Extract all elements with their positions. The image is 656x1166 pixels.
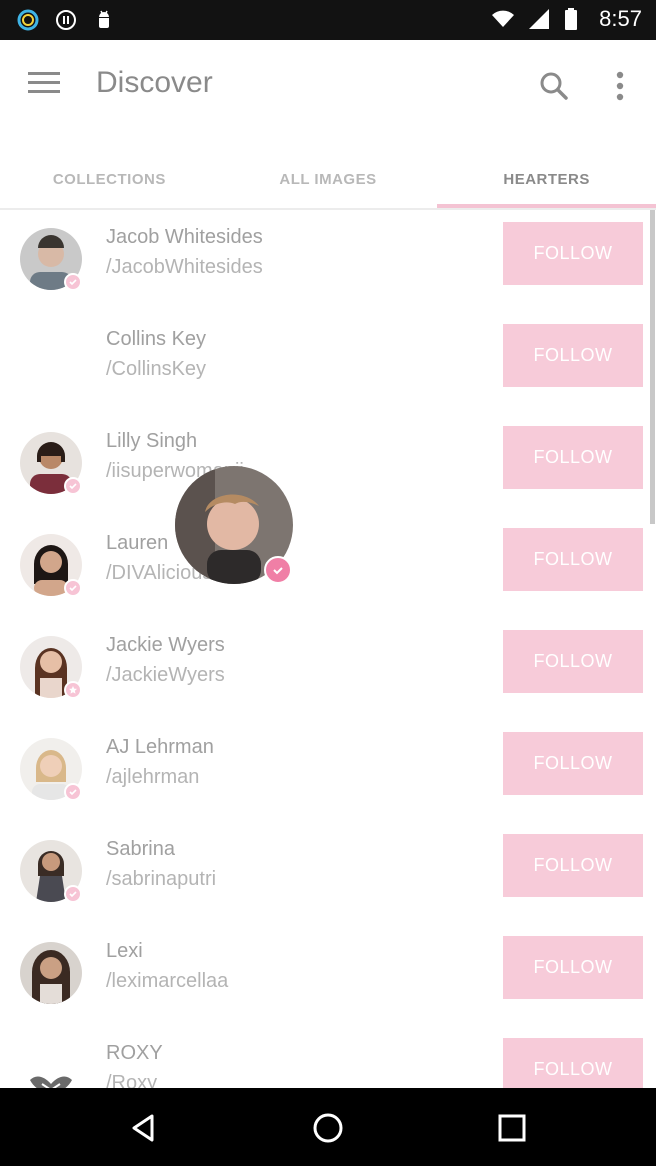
verified-check-icon (64, 579, 82, 597)
list-item[interactable]: Lexi /leximarcellaa FOLLOW (0, 924, 656, 1026)
follow-button[interactable]: FOLLOW (503, 1038, 643, 1088)
system-nav-bar (0, 1088, 656, 1166)
hearter-name: AJ Lehrman (106, 736, 214, 758)
follow-button[interactable]: FOLLOW (503, 732, 643, 795)
hearter-handle: /Roxy (106, 1072, 158, 1088)
follow-button[interactable]: FOLLOW (503, 324, 643, 387)
list-item[interactable]: AJ Lehrman /ajlehrman FOLLOW (0, 720, 656, 822)
hearter-name: Lauren (106, 532, 169, 554)
signal-icon (527, 7, 551, 31)
follow-button[interactable]: FOLLOW (503, 528, 643, 591)
avatar[interactable] (20, 942, 82, 1004)
pause-circle-icon (54, 8, 78, 32)
status-time: 8:57 (599, 6, 642, 31)
follow-button[interactable]: FOLLOW (503, 222, 643, 285)
home-icon[interactable] (308, 1108, 348, 1148)
menu-icon[interactable] (24, 66, 64, 102)
hearter-handle: /ajlehrman (106, 766, 200, 788)
app-bar: Discover COLLECTIONS ALL IMAGES HEARTERS (0, 40, 656, 208)
hearter-name: Jackie Wyers (106, 634, 225, 656)
battery-icon (563, 7, 587, 31)
verified-check-icon (64, 783, 82, 801)
tab-bar: COLLECTIONS ALL IMAGES HEARTERS (0, 150, 656, 208)
verified-check-icon (64, 885, 82, 903)
wifi-icon (491, 7, 515, 31)
screen: 8:57 Discover COLLECTIONS ALL IMAGES HEA… (0, 0, 656, 1166)
hearter-name: Lilly Singh (106, 430, 198, 452)
hearter-name: Lexi (106, 940, 143, 962)
tab-all-images[interactable]: ALL IMAGES (219, 150, 438, 208)
follow-button[interactable]: FOLLOW (503, 426, 643, 489)
ring-notification-icon (16, 8, 40, 32)
verified-check-icon (264, 556, 292, 584)
hearter-name: ROXY (106, 1042, 163, 1064)
search-icon[interactable] (534, 66, 574, 106)
list-item[interactable]: Collins Key /CollinsKey FOLLOW (0, 312, 656, 414)
hearter-name: Sabrina (106, 838, 175, 860)
recents-icon[interactable] (492, 1108, 532, 1148)
tab-hearters[interactable]: HEARTERS (437, 150, 656, 208)
hearter-handle: /CollinsKey (106, 358, 207, 380)
avatar[interactable] (20, 1044, 82, 1088)
star-badge-icon (64, 681, 82, 699)
more-options-icon[interactable] (604, 66, 636, 106)
verified-check-icon (64, 477, 82, 495)
back-icon[interactable] (124, 1108, 164, 1148)
list-item[interactable]: Lauren /DIVAliciousKP FOLLOW (0, 516, 656, 618)
list-item[interactable]: Sabrina /sabrinaputri FOLLOW (0, 822, 656, 924)
list-item[interactable]: Jackie Wyers /JackieWyers FOLLOW (0, 618, 656, 720)
hearter-handle: /sabrinaputri (106, 868, 217, 890)
scrollbar[interactable] (650, 210, 655, 524)
list-item[interactable]: ROXY /Roxy FOLLOW (0, 1026, 656, 1088)
hearter-handle: /JacobWhitesides (106, 256, 263, 278)
hearter-handle: /leximarcellaa (106, 970, 229, 992)
hearter-handle: /JackieWyers (106, 664, 225, 686)
list-item[interactable]: Lilly Singh /iisuperwomanii FOLLOW (0, 414, 656, 516)
page-title: Discover (96, 66, 213, 99)
tab-collections[interactable]: COLLECTIONS (0, 150, 219, 208)
verified-check-icon (64, 273, 82, 291)
hearter-name: Collins Key (106, 328, 207, 350)
status-bar: 8:57 (0, 0, 656, 40)
android-icon (92, 8, 116, 32)
hearter-name: Jacob Whitesides (106, 226, 263, 248)
list-item[interactable]: Jacob Whitesides /JacobWhitesides FOLLOW (0, 210, 656, 312)
follow-button[interactable]: FOLLOW (503, 936, 643, 999)
hearters-list: Jacob Whitesides /JacobWhitesides FOLLOW… (0, 210, 656, 1088)
follow-button[interactable]: FOLLOW (503, 834, 643, 897)
follow-button[interactable]: FOLLOW (503, 630, 643, 693)
